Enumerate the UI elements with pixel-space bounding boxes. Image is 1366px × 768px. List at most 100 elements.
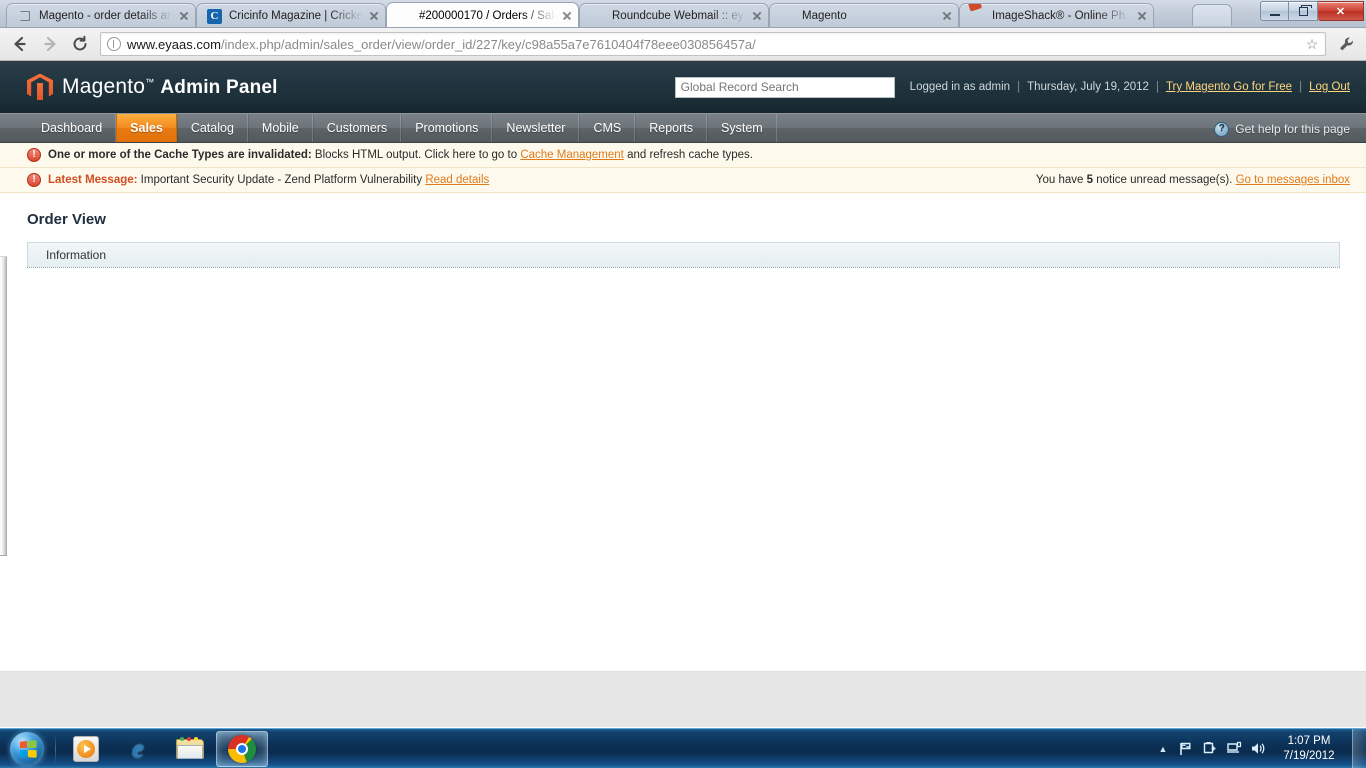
tab-title: Magento - order details are [39, 10, 173, 22]
system-tray: ▲ 1:07 PM 7/19/2012 [1152, 729, 1366, 768]
browser-tab[interactable]: Roundcube Webmail :: eya [579, 3, 769, 27]
tab-title: Roundcube Webmail :: eya [612, 10, 746, 22]
taskbar-item-windows-explorer[interactable] [164, 731, 216, 767]
nav-item-system[interactable]: System [707, 114, 777, 142]
nav-item-mobile[interactable]: Mobile [247, 114, 313, 142]
page-viewport: Magento™ Admin Panel Logged in as admin |… [0, 61, 1366, 727]
logo-word-magento: Magento [62, 75, 146, 98]
browser-tab[interactable]: C Cricinfo Magazine | Cricket [196, 3, 386, 27]
network-flag-icon[interactable] [1174, 737, 1198, 761]
divider [55, 733, 56, 764]
browser-tab[interactable]: Magento - order details are [6, 3, 196, 27]
cache-message-rest-1: Blocks HTML output. Click here to go to [311, 149, 521, 161]
left-scroll-rail[interactable] [0, 256, 7, 556]
separator: | [1299, 81, 1303, 93]
nav-item-customers[interactable]: Customers [312, 114, 402, 142]
warning-icon: ! [27, 148, 41, 162]
logo-word-admin-panel: Admin Panel [160, 77, 278, 98]
cache-message-rest-2: and refresh cache types. [623, 149, 754, 161]
latest-message-text: Latest Message: Important Security Updat… [48, 174, 489, 186]
media-player-icon [73, 735, 99, 762]
back-icon[interactable] [6, 31, 34, 57]
chrome-icon [228, 734, 256, 763]
browser-tab-active[interactable]: #200000170 / Orders / Sale [386, 2, 579, 27]
nav-item-sales[interactable]: Sales [116, 114, 177, 142]
close-icon[interactable] [177, 9, 191, 23]
close-icon[interactable] [1135, 9, 1149, 23]
forward-icon[interactable] [36, 31, 64, 57]
nav-item-cms[interactable]: CMS [579, 114, 636, 142]
tab-title: ImageShack® - Online Ph [992, 10, 1126, 22]
window-controls: ✕ [1260, 1, 1364, 21]
maximize-button[interactable] [1289, 1, 1318, 21]
close-icon[interactable] [560, 9, 574, 23]
internet-explorer-icon: e [132, 733, 144, 763]
tab-information[interactable]: Information [38, 248, 114, 262]
try-magento-go-link[interactable]: Try Magento Go for Free [1166, 81, 1292, 93]
magento-logo[interactable]: Magento™ Admin Panel [27, 73, 278, 101]
main-navigation: Dashboard Sales Catalog Mobile Customers… [0, 113, 1366, 143]
tab-title: Magento [802, 10, 847, 22]
close-icon[interactable] [367, 9, 381, 23]
taskbar-clock[interactable]: 1:07 PM 7/19/2012 [1270, 734, 1348, 764]
read-details-link[interactable]: Read details [425, 174, 489, 186]
nav-item-promotions[interactable]: Promotions [401, 114, 493, 142]
taskbar-item-windows-media-player[interactable] [60, 731, 112, 767]
nav-item-catalog[interactable]: Catalog [176, 114, 248, 142]
get-help-label: Get help for this page [1235, 122, 1350, 136]
tab-title: #200000170 / Orders / Sale [419, 9, 556, 22]
header-links: Logged in as admin | Thursday, July 19, 20… [910, 81, 1350, 93]
browser-toolbar: www.eyaas.com/index.php/admin/sales_orde… [0, 28, 1366, 61]
minimize-button[interactable] [1260, 1, 1289, 21]
unread-post: notice unread message(s). [1093, 174, 1236, 186]
taskbar-item-google-chrome[interactable] [216, 730, 268, 767]
reload-icon[interactable] [66, 31, 94, 57]
browser-tab[interactable]: Magento [769, 3, 959, 27]
address-bar-url: www.eyaas.com/index.php/admin/sales_orde… [127, 37, 1303, 52]
log-out-link[interactable]: Log Out [1309, 81, 1350, 93]
global-search-input[interactable] [674, 76, 895, 98]
nav-item-dashboard[interactable]: Dashboard [28, 114, 117, 142]
get-help-link[interactable]: ? Get help for this page [1214, 114, 1350, 144]
magento-icon [397, 8, 413, 24]
page-content: Order View Information [0, 193, 1366, 268]
imageshack-icon [970, 8, 986, 24]
address-bar[interactable]: www.eyaas.com/index.php/admin/sales_orde… [100, 32, 1326, 56]
magento-grey-icon [17, 8, 33, 24]
latest-message-label: Latest Message: [48, 174, 138, 186]
latest-message-row: ! Latest Message: Important Security Upd… [0, 168, 1366, 193]
unread-pre: You have [1035, 174, 1087, 186]
bookmark-star-icon[interactable]: ☆ [1303, 36, 1321, 53]
browser-tab[interactable]: ImageShack® - Online Ph [959, 3, 1154, 27]
start-button[interactable] [3, 731, 51, 767]
nav-item-newsletter[interactable]: Newsletter [492, 114, 580, 142]
cricinfo-icon: C [207, 8, 223, 24]
logo-trademark: ™ [145, 77, 155, 87]
taskbar-item-internet-explorer[interactable]: e [112, 731, 164, 767]
tabs-underline [27, 267, 1340, 268]
page-info-icon[interactable] [107, 37, 121, 51]
close-icon[interactable] [940, 9, 954, 23]
order-view-tabs: Information [27, 242, 1340, 267]
volume-icon[interactable] [1246, 737, 1270, 761]
magento-logo-icon [27, 73, 53, 101]
close-button[interactable]: ✕ [1318, 1, 1364, 21]
unread-messages-text: You have 5 notice unread message(s). Go … [1036, 174, 1350, 186]
cache-message-text: One or more of the Cache Types are inval… [48, 149, 753, 161]
messages-inbox-link[interactable]: Go to messages inbox [1236, 174, 1350, 186]
cache-management-link[interactable]: Cache Management [520, 149, 624, 161]
close-icon[interactable] [750, 9, 764, 23]
latest-message-body: Important Security Update - Zend Platfor… [137, 174, 426, 186]
roundcube-icon [590, 8, 606, 24]
network-icon[interactable] [1222, 737, 1246, 761]
tray-overflow-icon[interactable]: ▲ [1152, 744, 1174, 754]
browser-window: Magento - order details are C Cricinfo M… [0, 0, 1366, 728]
nav-item-reports[interactable]: Reports [635, 114, 708, 142]
action-center-icon[interactable] [1198, 737, 1222, 761]
show-desktop-button[interactable] [1352, 729, 1366, 768]
windows-start-icon [10, 731, 44, 766]
chrome-menu-icon[interactable] [1332, 31, 1360, 57]
new-tab-button[interactable] [1192, 4, 1232, 26]
windows-taskbar: e ▲ 1:07 PM 7/19/2012 [0, 728, 1366, 768]
tab-title: Cricinfo Magazine | Cricket [229, 10, 363, 22]
